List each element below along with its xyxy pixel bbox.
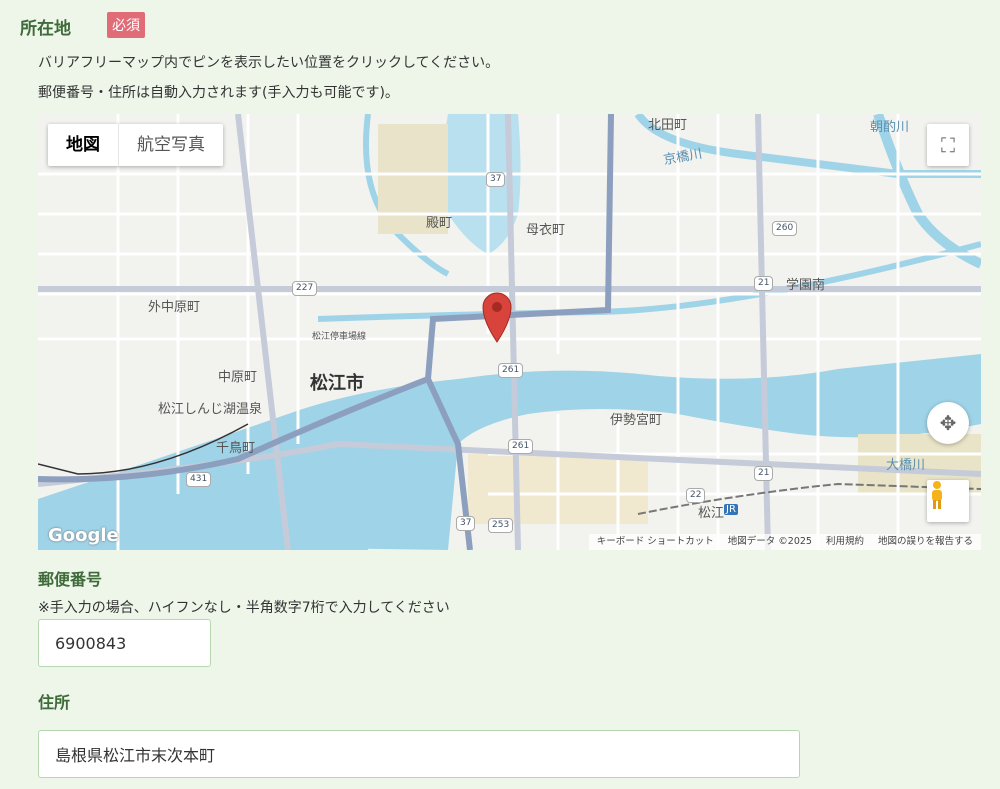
- move-arrows-icon: ✥: [939, 411, 957, 435]
- route-shield: 22: [686, 488, 706, 503]
- keyboard-shortcuts-link[interactable]: キーボード ショートカット: [597, 534, 714, 550]
- map-type-satellite-button[interactable]: 航空写真: [119, 124, 223, 166]
- postal-code-note: ※手入力の場合、ハイフンなし・半角数字7桁で入力してください: [38, 600, 450, 616]
- route-shield: 253: [488, 518, 514, 533]
- postal-code-input[interactable]: 6900843: [38, 619, 211, 667]
- fullscreen-button[interactable]: ⛶: [927, 124, 969, 166]
- map-canvas[interactable]: [38, 114, 981, 550]
- map-label-ohashi: 大橋川: [886, 458, 926, 473]
- map-label-nakahara: 中原町: [218, 370, 258, 385]
- route-shield: 260: [772, 221, 798, 236]
- map-label-onsen: 松江しんじ湖温泉: [158, 402, 263, 417]
- route-shield: 21: [754, 276, 774, 291]
- location-pin[interactable]: [482, 292, 512, 343]
- barrier-free-map[interactable]: 北田町 朝酌川 京橋川 殿町 母衣町 学園南 外中原町 松江市 中原町 松江しん…: [38, 114, 981, 550]
- address-input[interactable]: 島根県松江市末次本町: [38, 730, 800, 778]
- map-label-mokomachi: 母衣町: [526, 223, 566, 238]
- fullscreen-icon: ⛶: [941, 133, 955, 157]
- instruction-line-2: 郵便番号・住所は自動入力されます(手入力も可能です)。: [38, 85, 399, 101]
- map-label-matsue-city: 松江市: [310, 373, 364, 394]
- map-label-matsue-station: 松江: [698, 506, 725, 521]
- map-data-text: 地図データ ©2025: [727, 536, 812, 547]
- postal-code-label: 郵便番号: [38, 570, 103, 589]
- map-attribution-bar: キーボード ショートカット 地図データ ©2025 利用規約 地図の誤りを報告す…: [588, 534, 981, 550]
- map-label-isemiya: 伊勢宮町: [610, 413, 663, 428]
- route-shield: 261: [498, 363, 524, 378]
- required-badge: 必須: [107, 12, 145, 38]
- report-error-link[interactable]: 地図の誤りを報告する: [878, 534, 973, 550]
- route-shield: 261: [508, 439, 534, 454]
- map-type-control: 地図 航空写真: [48, 124, 223, 166]
- map-label-tonomachi: 殿町: [426, 216, 453, 231]
- route-shield: 37: [486, 172, 506, 187]
- map-label-jr: JR: [724, 504, 738, 515]
- map-label-asakumi: 朝酌川: [870, 120, 910, 135]
- map-type-map-button[interactable]: 地図: [48, 124, 119, 166]
- camera-control-button[interactable]: ✥: [927, 402, 969, 444]
- route-shield: 227: [292, 281, 318, 296]
- map-label-chidori: 千鳥町: [216, 441, 256, 456]
- route-shield: 37: [456, 516, 476, 531]
- route-shield: 431: [186, 472, 212, 487]
- route-shield: 21: [754, 466, 774, 481]
- google-logo: Google: [48, 525, 119, 546]
- map-label-gakuen-minami: 学園南: [786, 278, 826, 293]
- street-view-pegman-button[interactable]: [927, 480, 969, 522]
- instruction-line-1: バリアフリーマップ内でピンを表示したい位置をクリックしてください。: [38, 55, 500, 71]
- location-section-title: 所在地: [20, 19, 71, 39]
- map-label-sotonakahara: 外中原町: [148, 300, 201, 315]
- pegman-icon: [932, 481, 942, 509]
- map-label-tenjin-dori: 松江停車場線: [312, 332, 367, 342]
- terms-link[interactable]: 利用規約: [826, 534, 864, 550]
- address-label: 住所: [38, 693, 71, 712]
- map-label-kitada: 北田町: [648, 118, 688, 133]
